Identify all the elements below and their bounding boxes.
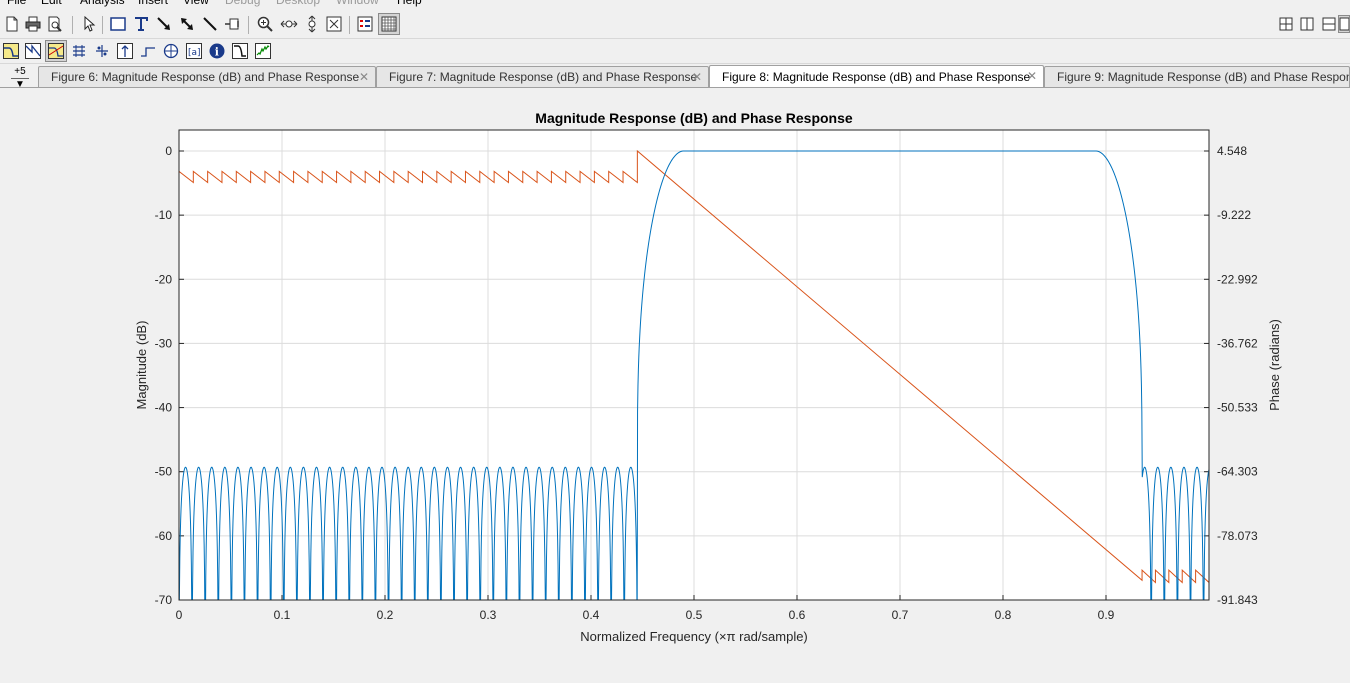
y-tick-label-left: -60 — [155, 529, 173, 543]
menu-desktop[interactable]: Desktop — [276, 0, 320, 7]
filter-info-icon[interactable]: i — [208, 42, 226, 60]
y-tick-label-right: -9.222 — [1217, 208, 1251, 222]
y-tick-label-left: -10 — [155, 208, 173, 222]
split-vertical-icon[interactable] — [1298, 15, 1316, 33]
analysis-toolbar: [a] i — [0, 39, 1350, 64]
tab-figure-7[interactable]: Figure 7: Magnitude Response (dB) and Ph… — [376, 66, 709, 87]
double-arrow-icon[interactable] — [178, 15, 196, 33]
phase-response-icon[interactable] — [24, 42, 42, 60]
x-tick-label: 0 — [176, 608, 183, 622]
magnitude-estimate-icon[interactable] — [231, 42, 249, 60]
more-tabs-button[interactable]: +5 ▼ — [11, 66, 29, 90]
y-tick-label-left: -40 — [155, 401, 173, 415]
step-response-icon[interactable] — [139, 42, 157, 60]
y-tick-label-right: -50.533 — [1217, 401, 1258, 415]
menu-analysis[interactable]: Analysis — [80, 0, 125, 7]
x-tick-label: 0.5 — [686, 608, 703, 622]
grid-icon[interactable] — [378, 13, 400, 35]
menu-bar: File Edit Analysis Insert View Debug Desktop Wi… — [0, 0, 1350, 10]
legend-icon[interactable] — [356, 15, 374, 33]
print-icon[interactable] — [24, 15, 42, 33]
y-tick-label-left: -20 — [155, 272, 173, 286]
y-tick-label-left: -70 — [155, 593, 173, 607]
menu-help[interactable]: Help — [397, 0, 422, 7]
tab-figure-9[interactable]: Figure 9: Magnitude Response (dB) and Ph… — [1044, 66, 1350, 87]
x-axis-label: Normalized Frequency (×π rad/sample) — [580, 629, 808, 644]
round-off-noise-icon[interactable] — [254, 42, 272, 60]
phase-delay-icon[interactable] — [93, 42, 111, 60]
plot-title: Magnitude Response (dB) and Phase Respon… — [535, 110, 853, 126]
print-preview-icon[interactable] — [46, 15, 64, 33]
menu-file[interactable]: File — [7, 0, 26, 7]
menu-debug[interactable]: Debug — [225, 0, 260, 7]
x-tick-label: 0.7 — [892, 608, 909, 622]
menu-window[interactable]: Window — [336, 0, 379, 7]
impulse-response-icon[interactable] — [116, 42, 134, 60]
close-icon[interactable]: ✕ — [692, 70, 702, 84]
split-horizontal-icon[interactable] — [1320, 15, 1338, 33]
figure-area: Magnitude Response (dB) and Phase Respon… — [0, 88, 1350, 683]
new-file-icon[interactable] — [3, 15, 21, 33]
x-tick-label: 0.8 — [995, 608, 1012, 622]
main-toolbar — [0, 11, 1350, 39]
zoom-in-icon[interactable] — [256, 15, 274, 33]
y-axis-label-right: Phase (radians) — [1267, 319, 1282, 411]
line-icon[interactable] — [201, 15, 219, 33]
full-view-icon[interactable] — [325, 15, 343, 33]
svg-text:i: i — [215, 46, 219, 59]
y-axis-label-left: Magnitude (dB) — [134, 321, 149, 410]
pin-icon[interactable] — [224, 15, 242, 33]
tab-label: Figure 6: Magnitude Response (dB) and Ph… — [51, 70, 360, 84]
arrow-icon[interactable] — [155, 15, 173, 33]
menu-edit[interactable]: Edit — [41, 0, 62, 7]
y-tick-label-right: 4.548 — [1217, 144, 1247, 158]
y-tick-label-right: -36.762 — [1217, 336, 1258, 350]
more-tabs-label: +5 — [11, 66, 29, 79]
x-tick-label: 0.1 — [274, 608, 291, 622]
figure-tab-bar: +5 ▼ Figure 6: Magnitude Response (dB) a… — [0, 64, 1350, 90]
y-tick-label-right: -78.073 — [1217, 529, 1258, 543]
filter-coefficients-icon[interactable]: [a] — [185, 42, 203, 60]
close-icon[interactable]: ✕ — [1027, 69, 1037, 83]
y-tick-label-left: 0 — [165, 144, 172, 158]
x-tick-label: 0.6 — [789, 608, 806, 622]
magnitude-phase-plot[interactable]: Magnitude Response (dB) and Phase Respon… — [0, 88, 1350, 683]
magnitude-response-icon[interactable] — [2, 42, 20, 60]
x-tick-label: 0.2 — [377, 608, 394, 622]
menu-view[interactable]: View — [183, 0, 209, 7]
tab-label: Figure 9: Magnitude Response (dB) and Ph… — [1057, 70, 1350, 84]
close-icon[interactable]: ✕ — [359, 70, 369, 84]
y-tick-label-right: -64.303 — [1217, 465, 1258, 479]
pole-zero-icon[interactable] — [162, 42, 180, 60]
tab-figure-6[interactable]: Figure 6: Magnitude Response (dB) and Ph… — [38, 66, 376, 87]
y-tick-label-left: -30 — [155, 336, 173, 350]
x-tick-label: 0.3 — [480, 608, 497, 622]
tab-figure-8[interactable]: Figure 8: Magnitude Response (dB) and Ph… — [709, 65, 1044, 87]
x-tick-label: 0.4 — [583, 608, 600, 622]
tile-icon[interactable] — [1277, 15, 1295, 33]
menu-insert[interactable]: Insert — [138, 0, 168, 7]
select-arrow-icon[interactable] — [80, 15, 98, 33]
tab-label: Figure 7: Magnitude Response (dB) and Ph… — [389, 70, 698, 84]
zoom-y-icon[interactable] — [303, 15, 321, 33]
x-tick-label: 0.9 — [1098, 608, 1115, 622]
y-tick-label-right: -91.843 — [1217, 593, 1258, 607]
float-icon[interactable] — [1338, 15, 1350, 33]
svg-text:[a]: [a] — [188, 48, 201, 58]
zoom-x-icon[interactable] — [280, 15, 298, 33]
y-tick-label-right: -22.992 — [1217, 272, 1258, 286]
rectangle-icon[interactable] — [109, 15, 127, 33]
tab-label: Figure 8: Magnitude Response (dB) and Ph… — [722, 69, 1031, 84]
text-icon[interactable] — [132, 15, 150, 33]
y-tick-label-left: -50 — [155, 465, 173, 479]
magnitude-phase-icon[interactable] — [45, 40, 67, 62]
group-delay-icon[interactable] — [70, 42, 88, 60]
